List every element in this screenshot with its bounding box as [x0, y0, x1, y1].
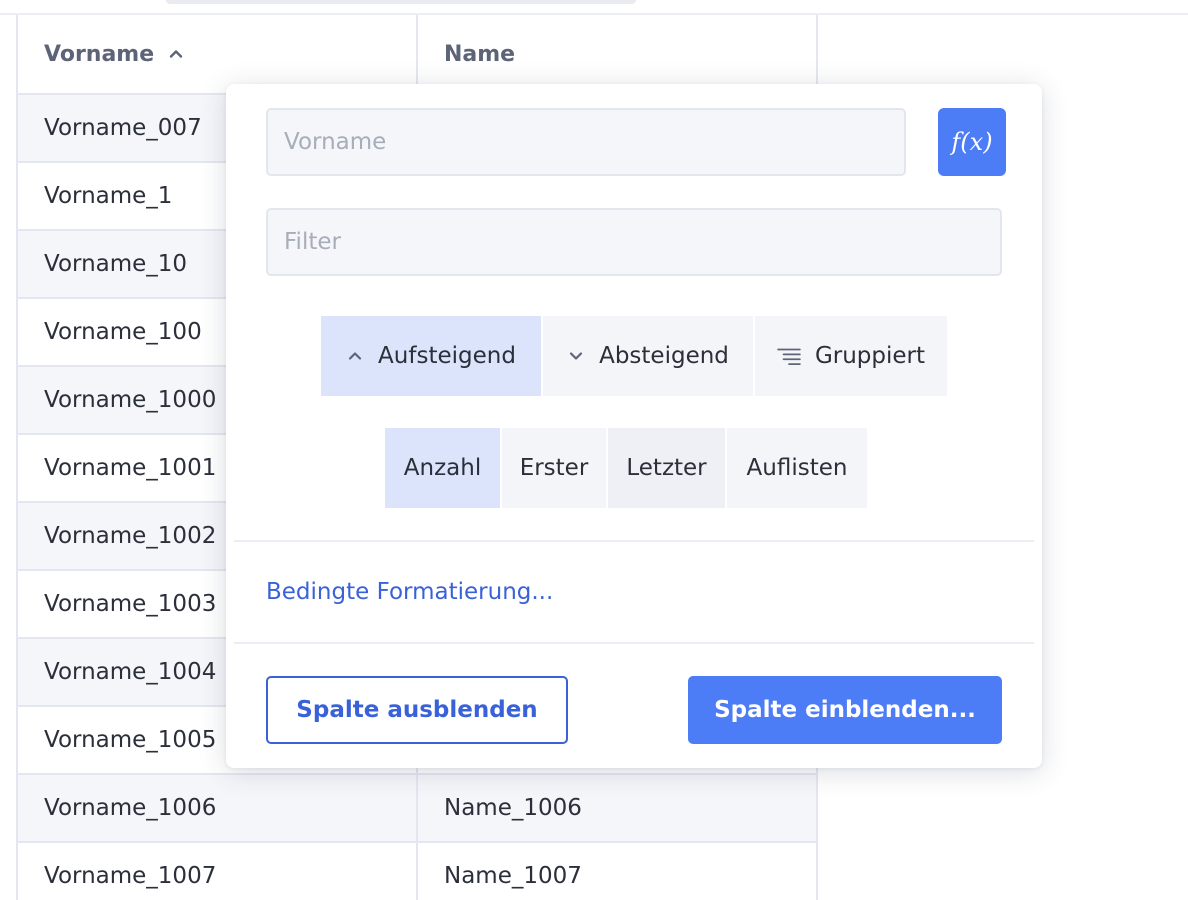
filter-input[interactable]	[266, 208, 1002, 276]
group-lines-icon	[777, 348, 801, 366]
cell-vorname[interactable]: Vorname_1005	[44, 707, 216, 773]
cell-vorname[interactable]: Vorname_1000	[44, 367, 216, 433]
divider	[234, 540, 1034, 542]
cell-vorname[interactable]: Vorname_100	[44, 299, 202, 365]
sort-ascending-label: Aufsteigend	[378, 343, 516, 369]
formula-button[interactable]: f(x)	[938, 108, 1006, 176]
sort-ascending-button[interactable]: Aufsteigend	[321, 316, 541, 396]
aggregate-last-label: Letzter	[626, 455, 707, 481]
group-button[interactable]: Gruppiert	[755, 316, 947, 396]
column-header-label: Name	[444, 41, 516, 67]
cell-vorname[interactable]: Vorname_10	[44, 231, 187, 297]
cell-name[interactable]: Name_1007	[444, 843, 582, 900]
aggregate-first-button[interactable]: Erster	[502, 428, 606, 508]
page: Vorname Name Vorname_007 Vorname_1 Vorname…	[0, 0, 1188, 900]
column-header-label: Vorname	[44, 41, 155, 67]
chevron-up-icon	[348, 352, 362, 360]
aggregate-count-label: Anzahl	[403, 455, 482, 481]
column-header-vorname[interactable]: Vorname	[44, 15, 184, 93]
show-column-button[interactable]: Spalte einblenden...	[688, 676, 1002, 744]
cell-vorname[interactable]: Vorname_1	[44, 163, 172, 229]
aggregate-first-label: Erster	[519, 455, 589, 481]
cell-vorname[interactable]: Vorname_007	[44, 95, 202, 161]
chevron-up-icon	[169, 50, 183, 58]
sort-descending-label: Absteigend	[599, 343, 729, 369]
top-toolbar-remnant	[166, 0, 636, 4]
cell-vorname[interactable]: Vorname_1004	[44, 639, 216, 705]
conditional-formatting-link[interactable]: Bedingte Formatierung...	[266, 574, 553, 610]
sort-descending-button[interactable]: Absteigend	[543, 316, 753, 396]
aggregate-options: Anzahl Erster Letzter Auflisten	[385, 428, 867, 508]
chevron-down-icon	[569, 352, 583, 360]
cell-vorname[interactable]: Vorname_1002	[44, 503, 216, 569]
aggregate-last-button[interactable]: Letzter	[608, 428, 725, 508]
aggregate-count-button[interactable]: Anzahl	[385, 428, 500, 508]
hide-column-button[interactable]: Spalte ausblenden	[266, 676, 568, 744]
sort-options: Aufsteigend Absteigend Gruppiert	[321, 316, 947, 396]
aggregate-list-button[interactable]: Auflisten	[727, 428, 867, 508]
cell-vorname[interactable]: Vorname_1003	[44, 571, 216, 637]
aggregate-list-label: Auflisten	[746, 455, 848, 481]
cell-vorname[interactable]: Vorname_1006	[44, 775, 216, 841]
cell-vorname[interactable]: Vorname_1007	[44, 843, 216, 900]
formula-icon: f(x)	[951, 128, 993, 156]
group-label: Gruppiert	[814, 343, 926, 369]
divider	[234, 642, 1034, 644]
cell-vorname[interactable]: Vorname_1001	[44, 435, 216, 501]
column-header-name[interactable]: Name	[444, 15, 515, 93]
column-name-input[interactable]	[266, 108, 906, 176]
column-menu-popup: f(x) Aufsteigend Absteigend Gruppiert	[226, 84, 1042, 768]
cell-name[interactable]: Name_1006	[444, 775, 582, 841]
grid-line	[16, 15, 18, 900]
